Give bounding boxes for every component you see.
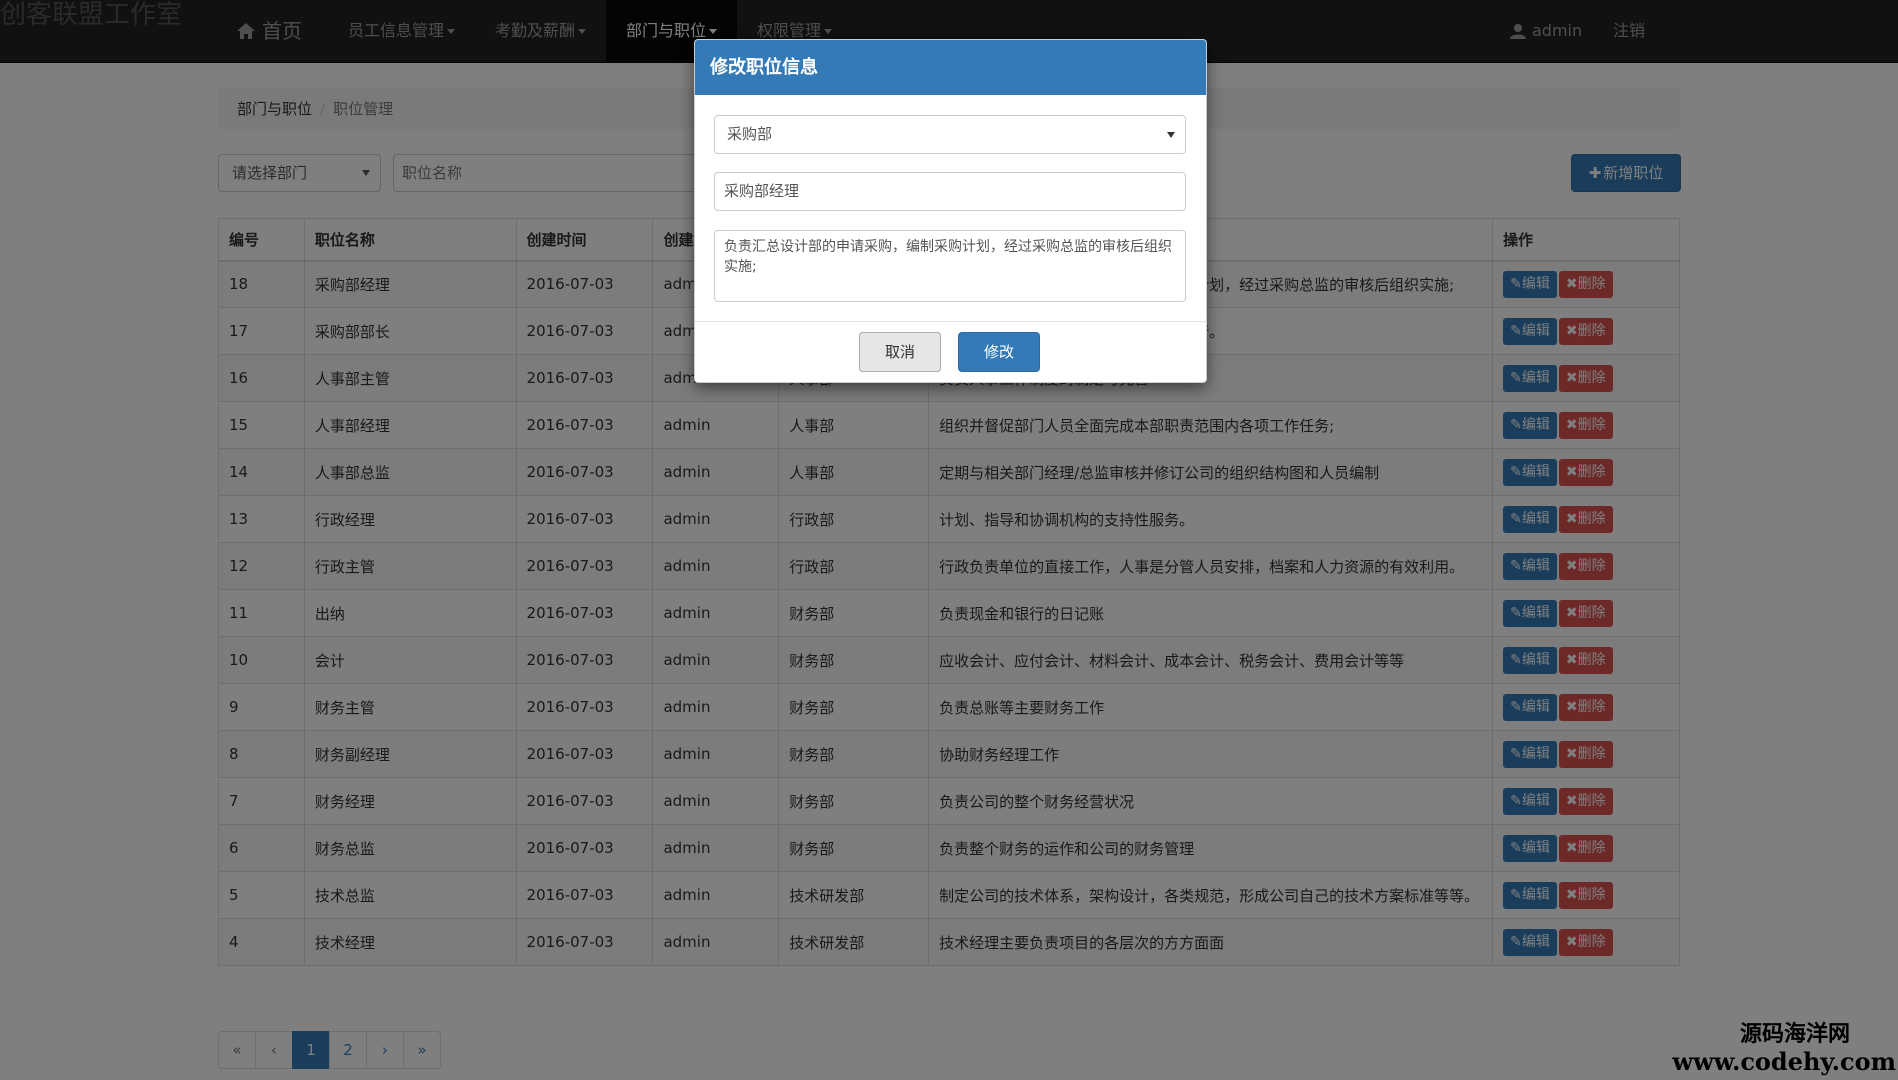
chevron-down-icon bbox=[1167, 132, 1175, 138]
site-watermark: 源码海洋网 www.codehy.com bbox=[1672, 1022, 1896, 1076]
modal-title: 修改职位信息 bbox=[695, 40, 1206, 95]
watermark-cn: 源码海洋网 bbox=[1739, 1022, 1850, 1047]
submit-modify-button[interactable]: 修改 bbox=[958, 332, 1040, 372]
modal-dept-select[interactable]: 采购部 bbox=[714, 115, 1186, 154]
modal-position-name-input[interactable]: 采购部经理 bbox=[714, 172, 1186, 211]
watermark-url: www.codehy.com bbox=[1672, 1047, 1896, 1076]
modal-footer: 取消 修改 bbox=[695, 321, 1206, 382]
modal-dept-value: 采购部 bbox=[727, 125, 773, 143]
modal-description-textarea[interactable]: 负责汇总设计部的申请采购，编制采购计划，经过采购总监的审核后组织实施; bbox=[714, 230, 1186, 302]
cancel-button[interactable]: 取消 bbox=[859, 332, 941, 372]
edit-position-modal: 修改职位信息 采购部 采购部经理 负责汇总设计部的申请采购，编制采购计划，经过采… bbox=[694, 39, 1207, 383]
